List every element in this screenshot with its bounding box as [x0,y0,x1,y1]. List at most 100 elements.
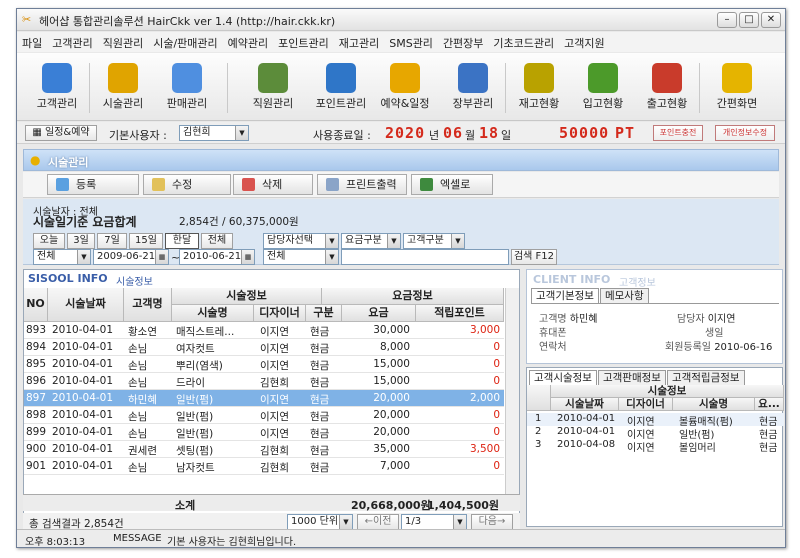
history-col-extra[interactable]: 요... [755,398,784,411]
history-col-designer[interactable]: 디자이너 [619,398,673,411]
menu-file[interactable]: 파일 [17,32,47,54]
col-type[interactable]: 구분 [306,305,342,322]
toolbar-staff-button[interactable]: 직원관리 [243,57,303,117]
history-row[interactable]: 2 2010-04-01 이지연 일반(펌) 현금 [527,426,784,441]
table-row[interactable]: 897 2010-04-01 하민혜 일반(펌) 이지연 현금 20,000 2,000 [24,390,504,407]
toolbar-window-button[interactable]: 간편화면 [707,57,767,117]
table-row[interactable]: 894 2010-04-01 손님 여자컷트 이지연 현금 8,000 0 [24,339,504,356]
table-row[interactable]: 899 2010-04-01 손님 일반(펌) 이지연 현금 20,000 0 [24,424,504,441]
cell-date: 2010-04-01 [52,409,114,421]
date-from-input[interactable]: 2009-06-21 ▦ [93,249,169,265]
menu-reservation[interactable]: 예약관리 [223,32,273,54]
menu-treatment-sales[interactable]: 시술/판매관리 [148,32,222,54]
scope-select[interactable]: 전체 ▼ [33,249,91,265]
table-row[interactable]: 900 2010-04-01 권세련 셋팅(펌) 김현희 현금 35,000 3,500 [24,441,504,458]
cell-points: 3,500 [469,443,500,455]
toolbar-ledger-button[interactable]: 장부관리 [443,57,503,117]
history-cell-date: 2010-04-08 [557,439,616,450]
status-time: 오후 8:03:13 [25,537,86,548]
toolbar-database-button[interactable]: 재고현황 [509,57,569,117]
status-label: MESSAGE [113,533,162,544]
table-row[interactable]: 901 2010-04-01 손님 남자컷트 김현희 현금 7,000 0 [24,458,504,475]
user-select[interactable]: 김현희 ▼ [179,125,249,141]
table-row[interactable]: 898 2010-04-01 손님 일반(펌) 이지연 현금 20,000 0 [24,407,504,424]
toolbar-alarm-clock-button[interactable]: 예약&일정 [375,57,435,117]
date-to-input[interactable]: 2010-06-21 ▦ [179,249,255,265]
quick-3days[interactable]: 3일 [67,233,95,249]
customer-type-select[interactable]: 고객구분 ▼ [403,233,465,249]
search-button[interactable]: 검색 F12 [511,249,557,265]
excel-button[interactable]: 엑셀로 [411,174,493,195]
col-points[interactable]: 적립포인트 [416,305,504,322]
fee-type-select[interactable]: 요금구분 ▼ [341,233,401,249]
cell-fee: 20,000 [373,426,410,438]
menu-sms[interactable]: SMS관리 [384,32,438,54]
menu-customer[interactable]: 고객관리 [47,32,97,54]
alarm-clock-icon [390,63,420,93]
toolbar-separator [699,63,700,113]
prev-page-button[interactable]: ←이전 [357,514,399,530]
title-bar: ✂ 헤어샵 통합관리솔루션 HairCkk ver 1.4 (http://ha… [17,9,785,31]
table-row[interactable]: 896 2010-04-01 손님 드라이 김현희 현금 15,000 0 [24,373,504,390]
cell-fee: 7,000 [379,460,410,472]
toolbar-label: 판매관리 [166,97,208,110]
toolbar-customer-button[interactable]: 고객관리 [27,57,87,117]
toolbar-database-out-button[interactable]: 출고현황 [637,57,697,117]
menu-ledger[interactable]: 간편장부 [438,32,488,54]
staff-select[interactable]: 담당자선택 ▼ [263,233,339,249]
close-button[interactable]: ✕ [761,12,781,28]
toolbar-point-button[interactable]: 포인트관리 [311,57,371,117]
excel-icon [420,178,433,191]
search-input[interactable] [341,249,509,265]
staff-value-select[interactable]: 전체 ▼ [263,249,339,265]
next-page-button[interactable]: 다음→ [471,514,513,530]
point-charge-button[interactable]: 포인트충전 [653,125,703,141]
chevron-down-icon: ▼ [325,234,338,248]
table-row[interactable]: 893 2010-04-01 황소연 매직스트레... 이지연 현금 30,000 3,000 [24,322,504,339]
quick-all[interactable]: 전체 [201,233,233,249]
menu-point[interactable]: 포인트관리 [273,32,334,54]
col-designer[interactable]: 디자이너 [254,305,306,322]
tab-history-sales[interactable]: 고객판매정보 [597,370,666,385]
point-icon [326,63,356,93]
schedule-button[interactable]: ▦ 일정&예약 [25,125,97,141]
page-select[interactable]: 1/3 ▼ [401,514,467,530]
col-customer[interactable]: 고객명 [124,288,172,322]
quick-15days[interactable]: 15일 [129,233,163,249]
unit-select[interactable]: 1000 단위 ▼ [287,514,353,530]
edit-button[interactable]: 수정 [143,174,231,195]
table-row[interactable]: 895 2010-04-01 손님 뿌리(염색) 이지연 현금 15,000 0 [24,356,504,373]
menu-base-code[interactable]: 기초코드관리 [488,32,559,54]
col-fee[interactable]: 요금 [342,305,416,322]
cell-type: 현금 [310,377,330,389]
quick-month[interactable]: 한달 [165,233,199,249]
menu-support[interactable]: 고객지원 [559,32,609,54]
col-date[interactable]: 시술날짜 [48,288,124,322]
delete-button[interactable]: 삭제 [233,174,313,195]
toolbar-sales-button[interactable]: 판매관리 [157,57,217,117]
cell-date: 2010-04-01 [52,443,114,455]
menu-staff[interactable]: 직원관리 [98,32,148,54]
history-row[interactable]: 3 2010-04-08 이지연 볼임머리 현금 [527,439,784,454]
history-col-date[interactable]: 시술날짜 [551,398,619,411]
toolbar-database-in-button[interactable]: 입고현황 [573,57,633,117]
tab-client-memo[interactable]: 메모사항 [599,288,649,303]
add-button[interactable]: 등록 [47,174,139,195]
points-value: 50000 [559,124,610,142]
minimize-button[interactable]: – [717,12,737,28]
history-row[interactable]: 1 2010-04-01 이지연 볼륨매직(펌) 현금 [527,413,784,428]
toolbar-scissors-button[interactable]: 시술관리 [93,57,153,117]
tab-client-basic[interactable]: 고객기본정보 [531,288,599,303]
col-treatment[interactable]: 시술명 [172,305,254,322]
tab-history-treatment[interactable]: 고객시술정보 [529,370,597,385]
tab-history-points[interactable]: 고객적립금정보 [666,370,745,385]
print-button[interactable]: 프린트출력 [317,174,407,195]
col-no[interactable]: NO [24,288,48,322]
menu-stock[interactable]: 재고관리 [334,32,384,54]
grid-scrollbar[interactable] [505,288,519,494]
quick-today[interactable]: 오늘 [33,233,65,249]
history-col-treatment[interactable]: 시술명 [673,398,755,411]
quick-7days[interactable]: 7일 [97,233,127,249]
personal-edit-button[interactable]: 개인정보수정 [715,125,775,141]
maximize-button[interactable]: □ [739,12,759,28]
